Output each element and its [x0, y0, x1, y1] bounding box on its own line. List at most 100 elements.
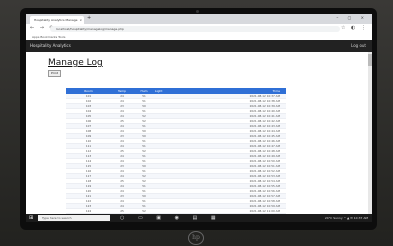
main-content: Manage Log Print Room Temp Hum Light Tim…: [26, 52, 372, 222]
table-cell: 50: [142, 164, 146, 168]
table-cell: 24: [120, 154, 124, 158]
table-cell: [155, 104, 200, 108]
table-cell: 24: [120, 109, 124, 113]
table-cell: 50: [142, 134, 146, 138]
table-cell: 24: [120, 189, 124, 193]
browser-tab[interactable]: Hospitality Analytics Manage ×: [30, 16, 84, 24]
table-cell: 24: [120, 94, 124, 98]
table-cell: 119: [85, 184, 92, 188]
system-tray[interactable]: 24°C Sunny ^ ▲ ✉ 10:37 AM: [325, 215, 368, 221]
table-cell: 23: [120, 194, 124, 198]
table-cell: 124: [85, 209, 92, 213]
table-cell: 117: [85, 174, 92, 178]
table-cell: 23: [120, 104, 124, 108]
table-cell: 120: [85, 189, 92, 193]
table-cell: 2021-08-12 10:50 AM: [249, 159, 280, 163]
table-cell: 51: [142, 124, 146, 128]
table-cell: 2021-08-12 10:43 AM: [249, 124, 280, 128]
table-cell: 106: [85, 119, 92, 123]
app-brand[interactable]: Hospitality Analytics: [30, 43, 71, 48]
table-cell: 25: [120, 119, 124, 123]
table-cell: [155, 154, 200, 158]
table-cell: 104: [85, 109, 92, 113]
table-cell: [155, 119, 200, 123]
url-field[interactable]: localhost/hospitality/managelog/manage.p…: [50, 26, 340, 32]
table-cell: [155, 159, 200, 163]
table-cell: 103: [85, 104, 92, 108]
table-cell: 2021-08-12 10:38 AM: [249, 99, 280, 103]
table-cell: 101: [85, 94, 92, 98]
table-cell: 25: [120, 179, 124, 183]
table-cell: 2021-08-12 10:45 AM: [249, 134, 280, 138]
table-cell: 112: [85, 149, 92, 153]
table-cell: 105: [85, 114, 92, 118]
table-cell: 24: [120, 124, 124, 128]
table-cell: 24: [120, 184, 124, 188]
table-cell: 2021-08-12 10:59 AM: [249, 204, 280, 208]
table-cell: 23: [120, 164, 124, 168]
scrollbar-thumb[interactable]: [368, 54, 372, 66]
table-cell: 51: [142, 159, 146, 163]
table-cell: [155, 129, 200, 133]
table-cell: [155, 194, 200, 198]
extension-icons[interactable]: ☆ ◐ ⋮: [341, 25, 368, 31]
table-cell: 2021-08-12 10:56 AM: [249, 189, 280, 193]
table-cell: 114: [85, 159, 92, 163]
table-cell: [155, 184, 200, 188]
window-controls[interactable]: – ▢ ×: [336, 15, 368, 20]
table-cell: [155, 209, 200, 213]
table-cell: [155, 144, 200, 148]
table-cell: 2021-08-12 10:53 AM: [249, 174, 280, 178]
table-cell: 51: [142, 109, 146, 113]
table-cell: 52: [142, 179, 146, 183]
table-cell: [155, 139, 200, 143]
webcam: [196, 10, 199, 13]
table-cell: 51: [142, 144, 146, 148]
table-body: 101 24 51 2021-08-12 10:37 AM 102 24 51 2021-08…: [66, 94, 286, 222]
table-cell: 110: [85, 139, 92, 143]
table-cell: 24: [120, 99, 124, 103]
table-cell: 51: [142, 99, 146, 103]
table-cell: [155, 164, 200, 168]
table-cell: 24: [120, 159, 124, 163]
table-cell: 2021-08-12 10:47 AM: [249, 144, 280, 148]
table-cell: 2021-08-12 10:42 AM: [249, 119, 280, 123]
table-cell: 50: [142, 194, 146, 198]
table-cell: 51: [142, 154, 146, 158]
table-cell: 50: [142, 129, 146, 133]
table-cell: 102: [85, 99, 92, 103]
windows-start-icon[interactable]: ⊞: [29, 215, 33, 221]
log-table: Room Temp Hum Light Time 101 24 51 2021-08-…: [66, 88, 286, 222]
table-cell: 123: [85, 204, 92, 208]
laptop-photo: Hospitality Analytics Manage × + – ▢ × ←…: [0, 0, 393, 246]
table-cell: 2021-08-12 10:57 AM: [249, 194, 280, 198]
table-cell: 2021-08-12 10:41 AM: [249, 114, 280, 118]
taskbar-app-icons[interactable]: ○ ▭ ▣ ◉ ▤ ▦: [120, 215, 222, 221]
print-button[interactable]: Print: [48, 70, 61, 77]
table-cell: 50: [142, 104, 146, 108]
table-cell: [155, 174, 200, 178]
table-cell: [155, 109, 200, 113]
table-cell: 109: [85, 134, 92, 138]
table-cell: [155, 94, 200, 98]
table-cell: 122: [85, 199, 92, 203]
table-cell: 24: [120, 169, 124, 173]
tab-title: Hospitality Analytics Manage: [34, 18, 78, 22]
scrollbar[interactable]: [368, 52, 372, 220]
table-cell: 2021-08-12 10:48 AM: [249, 149, 280, 153]
table-cell: 24: [120, 204, 124, 208]
table-cell: [155, 169, 200, 173]
table-cell: 24: [120, 199, 124, 203]
table-cell: 52: [142, 149, 146, 153]
table-cell: 24: [120, 174, 124, 178]
close-icon[interactable]: ×: [79, 16, 82, 24]
screen: Hospitality Analytics Manage × + – ▢ × ←…: [26, 14, 372, 222]
table-cell: 51: [142, 139, 146, 143]
new-tab-icon[interactable]: +: [87, 15, 91, 21]
table-cell: [155, 124, 200, 128]
logout-link[interactable]: Log out: [351, 43, 366, 48]
taskbar-search-input[interactable]: Type here to search: [38, 215, 110, 221]
table-cell: 51: [142, 189, 146, 193]
table-cell: 2021-08-12 10:51 AM: [249, 164, 280, 168]
table-cell: 2021-08-12 10:40 AM: [249, 109, 280, 113]
